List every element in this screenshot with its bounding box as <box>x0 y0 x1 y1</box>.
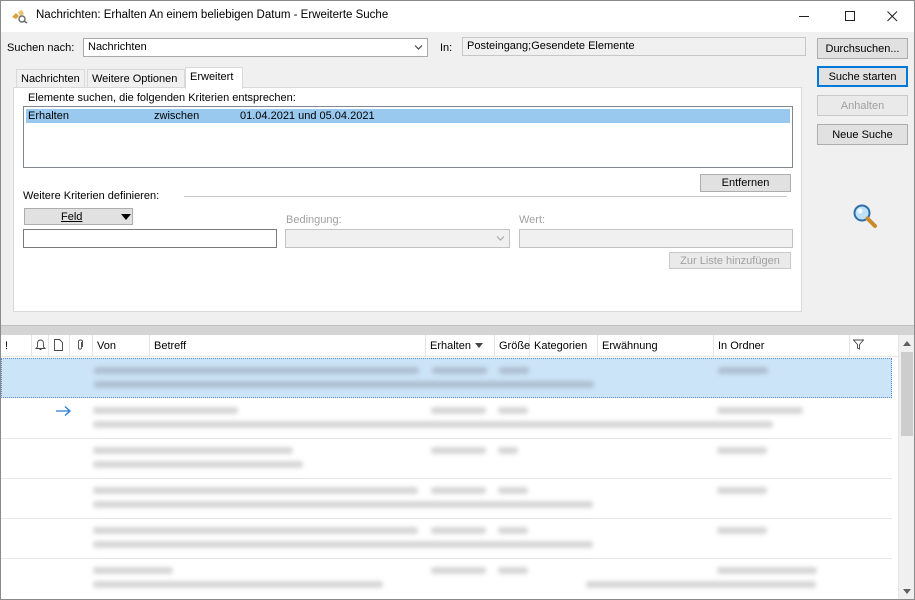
chevron-down-icon <box>414 45 423 50</box>
tab-messages[interactable]: Nachrichten <box>16 69 85 88</box>
document-icon <box>54 339 63 351</box>
add-to-list-button[interactable]: Zur Liste hinzufügen <box>669 252 791 269</box>
result-row[interactable] <box>1 358 892 398</box>
maximize-button[interactable] <box>827 1 873 32</box>
stop-button[interactable]: Anhalten <box>817 95 908 116</box>
scroll-up-button[interactable] <box>899 335 914 351</box>
in-folders-field: Posteingang;Gesendete Elemente <box>462 37 806 56</box>
field-dropdown-button[interactable]: Feld <box>24 208 133 225</box>
start-search-button[interactable]: Suche starten <box>817 66 908 87</box>
minimize-button[interactable] <box>781 1 827 32</box>
tab-more-options[interactable]: Weitere Optionen <box>87 69 185 88</box>
criteria-heading: Elemente suchen, die folgenden Kriterien… <box>28 92 296 104</box>
result-row[interactable] <box>1 439 892 479</box>
browse-button[interactable]: Durchsuchen... <box>817 38 908 59</box>
results-list: ! Von Betreff Erhalten Größe Kategorien … <box>1 335 914 599</box>
app-search-icon <box>12 10 28 24</box>
forwarded-arrow-icon <box>56 406 71 416</box>
pane-splitter[interactable] <box>1 325 914 335</box>
sort-descending-icon <box>474 343 483 348</box>
value-input[interactable] <box>519 229 793 248</box>
column-reminder[interactable] <box>32 335 49 357</box>
in-label: In: <box>440 42 453 54</box>
column-received-label: Erhalten <box>430 340 471 352</box>
paperclip-icon <box>78 339 83 350</box>
result-row[interactable] <box>1 519 892 559</box>
window-title: Nachrichten: Erhalten An einem beliebige… <box>36 9 389 21</box>
condition-select[interactable] <box>285 229 510 248</box>
result-row[interactable] <box>1 479 892 519</box>
maximize-icon <box>844 11 855 21</box>
more-criteria-heading: Weitere Kriterien definieren: <box>23 190 160 202</box>
magnifier-icon <box>853 204 877 228</box>
minimize-icon <box>798 16 809 17</box>
title-bar: Nachrichten: Erhalten An einem beliebige… <box>1 1 914 32</box>
column-folder[interactable]: In Ordner <box>714 335 850 357</box>
scroll-up-icon <box>903 340 911 346</box>
remove-button[interactable]: Entfernen <box>700 174 791 192</box>
column-from[interactable]: Von <box>93 335 150 357</box>
criteria-value: 01.04.2021 und 05.04.2021 <box>240 110 375 122</box>
advanced-search-window: Nachrichten: Erhalten An einem beliebige… <box>0 0 915 600</box>
close-button[interactable] <box>869 1 914 32</box>
criteria-list[interactable]: Erhalten zwischen 01.04.2021 und 05.04.2… <box>23 106 793 168</box>
column-importance[interactable]: ! <box>1 335 32 357</box>
search-for-value: Nachrichten <box>88 41 147 53</box>
value-label: Wert: <box>519 214 546 226</box>
column-item-icon[interactable] <box>49 335 70 357</box>
column-header: ! Von Betreff Erhalten Größe Kategorien … <box>1 335 898 357</box>
advanced-tab-panel: Elemente suchen, die folgenden Kriterien… <box>13 87 802 312</box>
scroll-thumb[interactable] <box>901 352 913 436</box>
column-categories[interactable]: Kategorien <box>530 335 598 357</box>
close-icon <box>886 11 897 22</box>
criteria-field: Erhalten <box>28 110 69 122</box>
bell-icon <box>34 339 47 350</box>
column-size[interactable]: Größe <box>495 335 530 357</box>
column-mention[interactable]: Erwähnung <box>598 335 714 357</box>
results-scrollbar[interactable] <box>898 335 914 599</box>
chevron-down-icon <box>496 236 505 241</box>
scroll-down-icon <box>903 588 911 594</box>
column-attachment[interactable] <box>70 335 93 357</box>
field-button-label: Feld <box>61 211 83 223</box>
triangle-down-icon <box>121 214 131 220</box>
filter-icon <box>852 339 865 350</box>
result-row[interactable] <box>1 559 892 599</box>
tab-advanced[interactable]: Erweitert <box>185 67 243 89</box>
column-subject[interactable]: Betreff <box>150 335 426 357</box>
section-divider <box>184 196 787 197</box>
condition-label: Bedingung: <box>286 214 342 226</box>
scroll-down-button[interactable] <box>899 583 914 599</box>
result-row[interactable] <box>1 399 892 439</box>
search-for-label: Suchen nach: <box>7 42 75 54</box>
field-input[interactable] <box>23 229 277 248</box>
new-search-button[interactable]: Neue Suche <box>817 124 908 145</box>
search-for-select[interactable]: Nachrichten <box>83 38 428 57</box>
criteria-condition: zwischen <box>154 110 200 122</box>
column-filter[interactable] <box>850 335 898 357</box>
criteria-row[interactable]: Erhalten zwischen 01.04.2021 und 05.04.2… <box>26 109 790 123</box>
column-received[interactable]: Erhalten <box>426 335 495 357</box>
